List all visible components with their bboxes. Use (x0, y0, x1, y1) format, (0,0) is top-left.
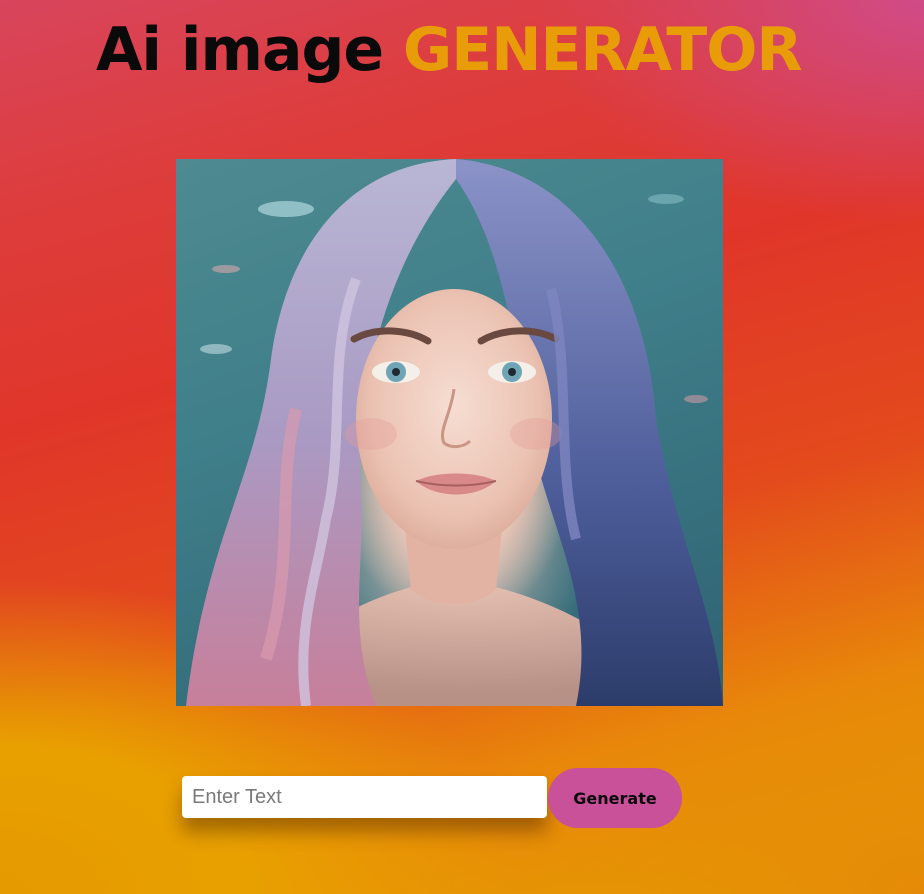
page-title: Ai image GENERATOR (96, 12, 803, 88)
generate-button[interactable]: Generate (548, 768, 682, 828)
title-highlight: GENERATOR (403, 15, 803, 85)
portrait-illustration (186, 159, 723, 706)
title-prefix: Ai image (96, 15, 384, 85)
generated-image (176, 159, 723, 706)
prompt-input[interactable] (182, 776, 547, 818)
